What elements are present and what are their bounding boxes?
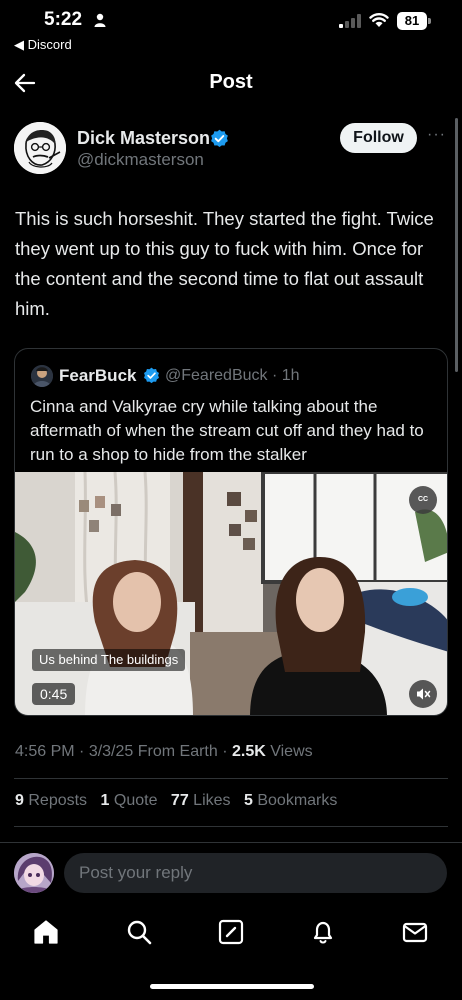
video-player[interactable]: CC Us behind The buildings 0:45 [15, 472, 447, 715]
reposts-stat[interactable]: 9 Reposts [15, 792, 87, 809]
follow-button[interactable]: Follow [340, 123, 417, 153]
person-icon [94, 13, 106, 27]
reply-bar [0, 842, 462, 902]
divider [14, 826, 448, 827]
home-indicator[interactable] [150, 984, 314, 989]
likes-label: Likes [193, 792, 231, 809]
sketch-portrait-image [14, 122, 66, 174]
video-frame-image [15, 472, 447, 715]
wifi-icon [369, 13, 389, 27]
post-text: This is such horseshit. They started the… [15, 208, 434, 319]
reply-input[interactable] [64, 853, 447, 893]
battery-nub [428, 18, 431, 24]
author-avatar[interactable] [14, 122, 66, 174]
likes-count: 77 [170, 792, 189, 809]
post-source: From Earth [137, 743, 218, 760]
verified-badge-icon [144, 367, 159, 384]
quotes-label: Quote [113, 792, 158, 809]
messages-icon[interactable] [400, 917, 430, 947]
page-title: Post [209, 71, 253, 93]
views-label: Views [270, 743, 313, 760]
views-count: 2.5K [231, 743, 266, 760]
reposts-label: Reposts [28, 792, 88, 809]
author-name[interactable]: Dick Masterson [77, 128, 210, 149]
quote-author-avatar[interactable] [31, 365, 53, 387]
quote-author-meta: @FearedBuck · 1h [165, 367, 300, 384]
bookmarks-label: Bookmarks [257, 792, 338, 809]
scrollbar[interactable] [455, 118, 458, 372]
my-avatar[interactable] [14, 853, 54, 893]
avatar-image [31, 365, 53, 387]
battery-level: 81 [397, 12, 427, 30]
post-date: 3/3/25 [88, 743, 134, 760]
bookmarks-stat[interactable]: 5 Bookmarks [244, 792, 337, 809]
more-options-icon[interactable]: ··· [427, 126, 446, 144]
engagement-stats: 9 Reposts 1 Quote 77 Likes 5 Bookmarks [15, 792, 346, 810]
compose-icon[interactable] [216, 917, 246, 947]
captions-button[interactable]: CC [409, 486, 437, 514]
status-bar: 5:22 ◀ Discord 81 [0, 0, 462, 60]
divider [14, 778, 448, 779]
back-to-app-link[interactable]: ◀ Discord [14, 37, 72, 53]
quoted-post-card[interactable]: FearBuck @FearedBuck · 1h Cinna and Valk… [14, 348, 448, 716]
quotes-count: 1 [100, 792, 110, 809]
status-time: 5:22 [44, 9, 83, 30]
quote-author-name[interactable]: FearBuck [59, 366, 136, 386]
speaker-muted-icon [417, 688, 431, 700]
author-handle[interactable]: @dickmasterson [77, 150, 204, 170]
cellular-signal-icon [339, 14, 361, 28]
reposts-count: 9 [15, 792, 24, 809]
quotes-stat[interactable]: 1 Quote [101, 792, 158, 809]
home-icon[interactable] [31, 917, 61, 947]
notifications-icon[interactable] [308, 917, 338, 947]
mute-button[interactable] [409, 680, 437, 708]
video-duration: 0:45 [32, 683, 76, 705]
quote-text: Cinna and Valkyrae cry while talking abo… [30, 397, 424, 464]
top-header: Post [0, 60, 462, 106]
bookmarks-count: 5 [243, 792, 253, 809]
post-time: 4:56 PM [15, 743, 75, 760]
battery-indicator: 81 [397, 12, 431, 30]
search-icon[interactable] [124, 917, 154, 947]
video-subtitle: Us behind The buildings [32, 649, 186, 671]
likes-stat[interactable]: 77 Likes [171, 792, 231, 809]
post-meta: 4:56 PM · 3/3/25 From Earth · 2.5K Views [15, 743, 313, 760]
verified-badge-icon [211, 129, 228, 148]
avatar-image [14, 853, 54, 893]
